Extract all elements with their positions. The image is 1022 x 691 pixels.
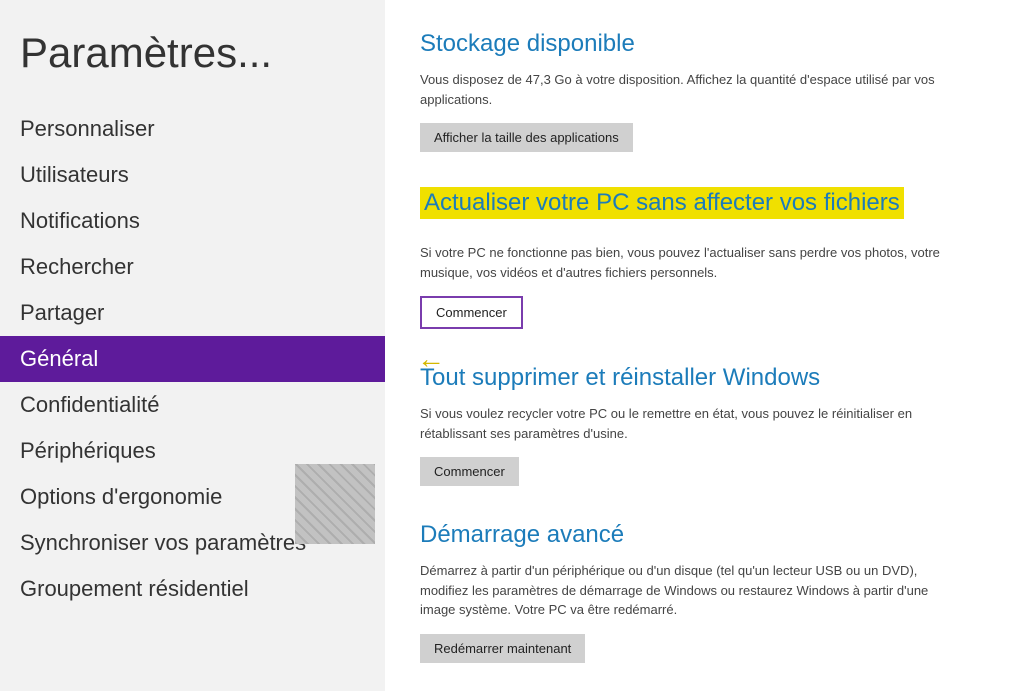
sidebar-item-partager[interactable]: Partager	[0, 290, 385, 336]
section-demarrage-description: Démarrez à partir d'un périphérique ou d…	[420, 561, 940, 620]
section-demarrage: Démarrage avancé Démarrez à partir d'un …	[420, 521, 987, 663]
section-supprimer-title: Tout supprimer et réinstaller Windows	[420, 364, 987, 392]
rechercher-thumbnail	[295, 464, 375, 544]
section-stockage-title: Stockage disponible	[420, 30, 987, 58]
afficher-taille-button[interactable]: Afficher la taille des applications	[420, 123, 633, 152]
sidebar-item-utilisateurs[interactable]: Utilisateurs	[0, 152, 385, 198]
section-actualiser-description: Si votre PC ne fonctionne pas bien, vous…	[420, 243, 940, 282]
sidebar-item-notifications[interactable]: Notifications	[0, 198, 385, 244]
sidebar-item-rechercher[interactable]: Rechercher	[0, 244, 385, 290]
main-content: Stockage disponible Vous disposez de 47,…	[385, 0, 1022, 691]
sidebar-item-groupement[interactable]: Groupement résidentiel	[0, 566, 385, 612]
section-stockage-description: Vous disposez de 47,3 Go à votre disposi…	[420, 70, 940, 109]
sidebar-item-confidentialite[interactable]: Confidentialité	[0, 382, 385, 428]
redemarrer-button[interactable]: Redémarrer maintenant	[420, 634, 585, 663]
supprimer-commencer-button[interactable]: Commencer	[420, 457, 519, 486]
section-actualiser-title: Actualiser votre PC sans affecter vos fi…	[424, 189, 900, 216]
section-demarrage-title: Démarrage avancé	[420, 521, 987, 549]
section-actualiser-title-wrapper: Actualiser votre PC sans affecter vos fi…	[420, 187, 904, 219]
section-supprimer-description: Si vous voulez recycler votre PC ou le r…	[420, 404, 940, 443]
section-stockage: Stockage disponible Vous disposez de 47,…	[420, 30, 987, 152]
sidebar: Paramètres... Personnaliser Utilisateurs…	[0, 0, 385, 691]
sidebar-item-personnaliser[interactable]: Personnaliser	[0, 106, 385, 152]
section-actualiser: Actualiser votre PC sans affecter vos fi…	[420, 187, 987, 329]
arrow-indicator-icon: ←	[417, 343, 445, 375]
actualiser-commencer-button[interactable]: Commencer	[420, 296, 523, 329]
section-supprimer: Tout supprimer et réinstaller Windows Si…	[420, 364, 987, 486]
sidebar-title: Paramètres...	[0, 20, 385, 106]
sidebar-item-general[interactable]: Général	[0, 336, 385, 382]
